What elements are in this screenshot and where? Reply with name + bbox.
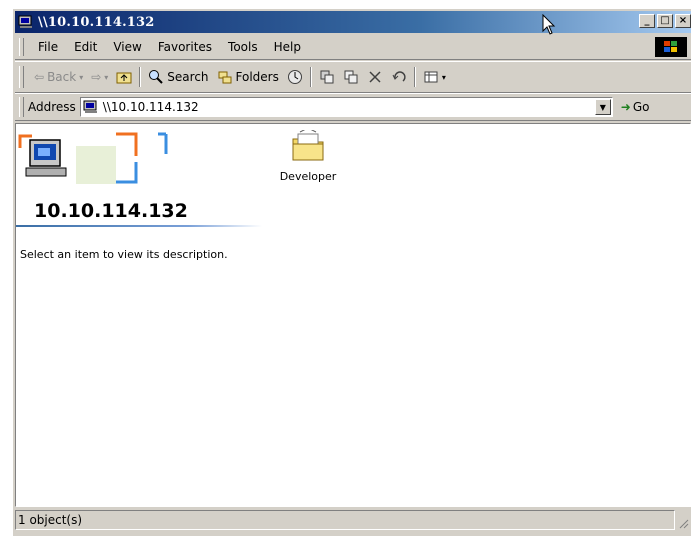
delete-button[interactable] xyxy=(363,66,387,88)
menu-edit[interactable]: Edit xyxy=(66,40,105,54)
chevron-down-icon: ▼ xyxy=(599,102,606,112)
network-computer-icon xyxy=(83,99,99,115)
resize-grip-icon[interactable] xyxy=(677,517,689,529)
search-label: Search xyxy=(167,70,209,84)
menu-bar: File Edit View Favorites Tools Help xyxy=(15,35,691,60)
search-button[interactable]: Search xyxy=(144,66,212,88)
menu-favorites[interactable]: Favorites xyxy=(150,40,220,54)
computer-banner-graphic xyxy=(16,128,176,188)
views-button[interactable]: ▾ xyxy=(419,66,450,88)
toolbar-separator xyxy=(413,67,416,87)
folders-icon xyxy=(217,69,233,85)
menu-tools[interactable]: Tools xyxy=(220,40,266,54)
forward-dropdown-icon[interactable]: ▾ xyxy=(104,73,108,82)
delete-icon xyxy=(367,69,383,85)
address-value: \\10.10.114.132 xyxy=(102,100,199,114)
history-icon xyxy=(287,69,303,85)
network-computer-icon xyxy=(18,15,34,29)
folders-label: Folders xyxy=(235,70,279,84)
search-icon xyxy=(148,69,164,85)
toolbar-separator xyxy=(309,67,312,87)
forward-button[interactable]: ⇨ ▾ xyxy=(87,66,112,88)
move-to-button[interactable] xyxy=(315,66,339,88)
minimize-button[interactable]: _ xyxy=(639,14,655,28)
address-dropdown-button[interactable]: ▼ xyxy=(594,99,611,115)
host-title: 10.10.114.132 xyxy=(34,200,188,222)
go-button[interactable]: ➜ Go xyxy=(621,100,650,114)
explorer-window: \\10.10.114.132 _ □ × File Edit View Fav… xyxy=(12,8,691,536)
move-to-icon xyxy=(319,69,335,85)
address-input[interactable]: \\10.10.114.132 ▼ xyxy=(79,97,613,117)
copy-to-icon xyxy=(343,69,359,85)
menu-help[interactable]: Help xyxy=(266,40,309,54)
address-grip[interactable] xyxy=(19,97,24,117)
back-button[interactable]: ⇦ Back ▾ xyxy=(30,66,87,88)
folder-label: Developer xyxy=(279,170,337,183)
title-divider xyxy=(16,225,262,227)
up-folder-button[interactable] xyxy=(112,66,136,88)
folders-button[interactable]: Folders xyxy=(213,66,283,88)
up-folder-icon xyxy=(116,69,132,85)
forward-arrow-icon: ⇨ xyxy=(91,70,102,84)
menu-view[interactable]: View xyxy=(105,40,149,54)
views-dropdown-icon[interactable]: ▾ xyxy=(442,73,446,82)
windows-logo-icon xyxy=(655,37,687,57)
maximize-button[interactable]: □ xyxy=(657,14,673,28)
mouse-cursor-icon xyxy=(542,13,556,39)
back-dropdown-icon[interactable]: ▾ xyxy=(79,73,83,82)
folder-view[interactable]: 10.10.114.132 Select an item to view its… xyxy=(15,123,691,507)
copy-to-button[interactable] xyxy=(339,66,363,88)
back-label: Back xyxy=(47,70,77,84)
menu-grip[interactable] xyxy=(19,38,24,56)
back-arrow-icon: ⇦ xyxy=(34,70,45,84)
go-label: Go xyxy=(632,100,650,114)
address-bar: Address \\10.10.114.132 ▼ ➜ Go xyxy=(15,93,691,121)
folder-item-developer[interactable]: Developer xyxy=(268,127,348,183)
go-arrow-icon: ➜ xyxy=(620,100,631,114)
standard-toolbar: ⇦ Back ▾ ⇨ ▾ Search Folders ▾ xyxy=(15,61,691,93)
address-label: Address xyxy=(28,100,76,114)
views-icon xyxy=(423,69,439,85)
item-description: Select an item to view its description. xyxy=(20,248,228,261)
toolbar-separator xyxy=(139,67,142,87)
toolbar-grip[interactable] xyxy=(19,66,24,88)
history-button[interactable] xyxy=(283,66,307,88)
menu-file[interactable]: File xyxy=(30,40,66,54)
undo-button[interactable] xyxy=(387,66,411,88)
status-text: 1 object(s) xyxy=(18,513,83,527)
undo-icon xyxy=(391,69,407,85)
status-bar: 1 object(s) xyxy=(15,509,691,531)
close-button[interactable]: × xyxy=(675,14,691,28)
title-bar[interactable]: \\10.10.114.132 _ □ × xyxy=(15,11,691,33)
window-title: \\10.10.114.132 xyxy=(38,14,155,30)
status-cell: 1 object(s) xyxy=(15,510,675,530)
web-view-panel: 10.10.114.132 Select an item to view its… xyxy=(16,124,264,506)
shared-folder-icon xyxy=(290,127,326,167)
